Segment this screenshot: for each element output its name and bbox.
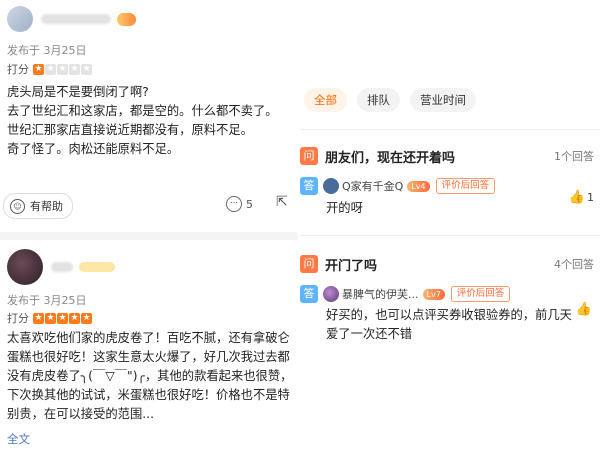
publish-date: 发布于 3月25日 [7, 294, 87, 307]
review-line: 虎头局是不是要倒闭了啊? [7, 85, 149, 99]
username-blurred [51, 262, 73, 272]
qa-tabs: 全部 排队 营业时间 [304, 88, 476, 112]
avatar[interactable] [323, 178, 339, 194]
question-tag: 问 [300, 255, 318, 273]
question-text: 朋友们，现在还开着吗 [325, 150, 456, 166]
tab-queue[interactable]: 排队 [357, 88, 400, 112]
divider [300, 129, 600, 130]
star-icon: ★ [57, 312, 68, 324]
answer-count[interactable]: 4个回答 [554, 256, 594, 272]
review-line: 世纪汇那家店直接说近期都没有，原料不足。 [7, 123, 253, 137]
score-label: 打分 [7, 63, 29, 76]
review-card: 发布于 3月25日 打分 ★ ★ ★ ★ ★ 太喜欢吃他们家的虎皮卷了！百吃不腻，还有拿… [0, 242, 298, 450]
comment-button[interactable]: ⋯ 5 [226, 196, 253, 212]
star-icon: ★ [45, 312, 56, 324]
helpful-button[interactable]: ☺ 有帮助 [3, 193, 73, 219]
star-icon: ★ [69, 312, 80, 324]
share-icon[interactable]: ⇱ [276, 195, 291, 210]
question-text: 开门了吗 [325, 258, 378, 274]
answer-row: 答 暴脾气的伊芙... Lv7 评价后回答 [300, 284, 600, 304]
avatar[interactable] [7, 249, 43, 285]
level-badge: Lv4 [407, 180, 430, 192]
star-icon: ★ [33, 312, 44, 324]
level-badge [79, 262, 115, 272]
comment-icon: ⋯ [226, 196, 242, 212]
answer-tag: 答 [300, 285, 318, 303]
score-label: 打分 [7, 312, 29, 325]
username-blurred [41, 14, 111, 24]
helpful-label: 有帮助 [30, 200, 63, 213]
star-icon: ★ [69, 63, 80, 75]
full-text-link[interactable]: 全文 [7, 431, 30, 447]
answer-count[interactable]: 1个回答 [554, 148, 594, 164]
answer-row: 答 Q家有千金Q Lv4 评价后回答 [300, 176, 600, 196]
thumbs-up-icon: 👍 [575, 302, 592, 317]
question-row[interactable]: 问 朋友们，现在还开着吗 1个回答 [300, 145, 600, 167]
answerer-name[interactable]: Q家有千金Q [342, 178, 403, 194]
answer-text[interactable]: 好买的，也可以点评买券收银验券的，前几天爱了一次还不错 [326, 306, 574, 344]
star-icon: ★ [57, 63, 68, 75]
divider [300, 235, 600, 236]
question-row[interactable]: 问 开门了吗 4个回答 [300, 253, 600, 275]
question-tag: 问 [300, 147, 318, 165]
avatar[interactable] [323, 286, 339, 302]
review-answer-badge: 评价后回答 [450, 286, 511, 302]
level-badge [117, 12, 136, 26]
avatar[interactable] [7, 6, 33, 32]
star-rating: ★ ★ ★ ★ ★ [33, 312, 92, 324]
like-button[interactable]: 👍 [576, 302, 594, 317]
publish-date: 发布于 3月25日 [7, 44, 87, 57]
review-line: 去了世纪汇和这家店，都是空的。什么都不卖了。 [7, 104, 278, 118]
review-answer-badge: 评价后回答 [435, 178, 496, 194]
qa-panel: 全部 排队 营业时间 问 朋友们，现在还开着吗 1个回答 答 Q家有千金Q Lv… [300, 0, 600, 450]
comment-count: 5 [246, 197, 253, 211]
review-card: 发布于 3月25日 打分 ★ ★ ★ ★ ★ 虎头局是不是要倒闭了啊? 去了世纪汇和这家… [0, 0, 298, 232]
star-icon: ★ [45, 63, 56, 75]
like-button[interactable]: 👍 1 [569, 190, 594, 205]
reviews-panel: 发布于 3月25日 打分 ★ ★ ★ ★ ★ 虎头局是不是要倒闭了啊? 去了世纪汇和这家… [0, 0, 298, 450]
answer-text[interactable]: 开的呀 [326, 199, 363, 218]
review-user[interactable] [7, 4, 136, 34]
divider [0, 232, 298, 240]
like-count: 1 [587, 191, 594, 204]
answer-tag: 答 [300, 177, 318, 195]
level-badge: Lv7 [422, 288, 445, 300]
tab-hours[interactable]: 营业时间 [410, 88, 476, 112]
thumbs-up-icon: 👍 [568, 190, 585, 205]
score-row: 打分 ★ ★ ★ ★ ★ [7, 61, 92, 77]
review-line: 太喜欢吃他们家的虎皮卷了！百吃不腻，还有拿破仑蛋糕也很好吃！这家生意太火爆了，好… [7, 331, 293, 421]
star-icon: ★ [81, 312, 92, 324]
review-line: 奇了怪了。肉松还能原料不足。 [7, 142, 180, 156]
smile-icon: ☺ [10, 198, 25, 214]
star-icon: ★ [81, 63, 92, 75]
review-user[interactable] [7, 249, 115, 285]
score-row: 打分 ★ ★ ★ ★ ★ [7, 310, 92, 326]
star-icon: ★ [33, 63, 44, 75]
review-content[interactable]: 虎头局是不是要倒闭了啊? 去了世纪汇和这家店，都是空的。什么都不卖了。 世纪汇那… [7, 83, 295, 159]
review-content[interactable]: 太喜欢吃他们家的虎皮卷了！百吃不腻，还有拿破仑蛋糕也很好吃！这家生意太火爆了，好… [7, 329, 295, 424]
star-rating: ★ ★ ★ ★ ★ [33, 63, 92, 75]
tab-all[interactable]: 全部 [304, 88, 347, 112]
answerer-name[interactable]: 暴脾气的伊芙... [342, 286, 419, 302]
